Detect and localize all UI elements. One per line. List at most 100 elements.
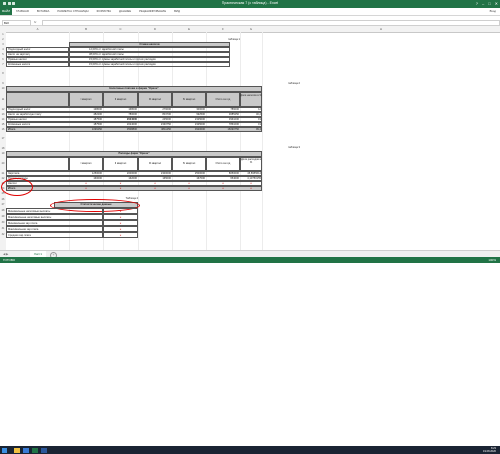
placeholder-asterisk[interactable]: * — [69, 182, 103, 185]
table3-cell[interactable]: 165000 — [138, 177, 171, 180]
fx-icon[interactable]: fx — [34, 20, 36, 24]
browser-icon[interactable] — [23, 447, 29, 453]
table2-cell[interactable]: 276000 — [138, 108, 171, 111]
tab-home[interactable]: ГЛАВНАЯ — [16, 8, 29, 15]
table2-row-name[interactable]: Косвенные налоги — [8, 123, 68, 126]
table4-row-name[interactable]: Средняя зар.плата — [8, 234, 102, 237]
table2-total-cell[interactable]: 99,4 — [240, 128, 261, 131]
placeholder-asterisk[interactable]: * — [138, 182, 172, 185]
placeholder-asterisk[interactable]: * — [103, 234, 138, 237]
table2-total-cell[interactable]: 3811250 — [138, 128, 171, 131]
col-header-h[interactable]: H — [262, 26, 500, 33]
table2-cell[interactable]: 786000 — [206, 108, 239, 111]
table2-cell[interactable]: 300000 — [172, 108, 205, 111]
tab-view[interactable]: ВИД — [174, 8, 180, 15]
table3-row-name[interactable]: Зарплата — [8, 172, 68, 175]
placeholder-asterisk[interactable]: * — [240, 182, 262, 185]
table2-cell[interactable]: 19 — [240, 123, 261, 126]
table3-cell[interactable]: 8050000 — [206, 172, 239, 175]
table2-total-cell[interactable]: 3508800 — [103, 128, 137, 131]
table3-cell[interactable]: 167000 — [172, 177, 205, 180]
table3-cell[interactable]: 45,8955614 — [240, 172, 261, 175]
col-header-e[interactable]: E — [172, 26, 207, 33]
table2-cell[interactable]: 803700 — [138, 113, 171, 116]
row-header[interactable]: 8 — [0, 67, 6, 82]
table2-row-name[interactable]: Налог на заработную плату — [8, 113, 68, 116]
minimize-icon[interactable]: – — [482, 1, 484, 6]
col-header-b[interactable]: B — [69, 26, 104, 33]
table2-cell[interactable]: 187500 — [69, 123, 102, 126]
table3-cell[interactable]: 160000 — [69, 177, 102, 180]
table2-total-cell[interactable]: 1096250 — [69, 128, 102, 131]
placeholder-asterisk[interactable]: * — [103, 210, 138, 213]
tab-formulas[interactable]: ФОРМУЛЫ — [97, 8, 111, 15]
table4-row-name[interactable]: Максимальные налоговые выплаты — [8, 216, 102, 219]
placeholder-asterisk[interactable]: * — [103, 216, 138, 219]
table2-cell[interactable]: 2024000 — [103, 118, 137, 121]
col-header-c[interactable]: C — [103, 26, 139, 33]
table2-cell[interactable]: 46,2 — [240, 113, 261, 116]
table2-total-cell[interactable]: 16090750 — [206, 128, 239, 131]
tab-data[interactable]: ДАННЫЕ — [119, 8, 131, 15]
table1-row-name[interactable]: Подоходный налог — [8, 48, 31, 51]
placeholder-asterisk[interactable]: * — [103, 182, 138, 185]
table2-cell[interactable]: 7861000 — [206, 123, 239, 126]
sheet-nav-arrows[interactable]: ◀ ▶ — [3, 252, 8, 256]
table1-row-rate[interactable]: 12,00% от заработной платы — [89, 48, 124, 51]
table2-cell[interactable]: 482200 — [69, 113, 102, 116]
table3-cell[interactable]: 2500000 — [172, 172, 205, 175]
table3-cell[interactable]: 4,10750155 — [240, 177, 261, 180]
close-icon[interactable]: ✕ — [495, 1, 498, 6]
table2-cell[interactable]: 780000 — [103, 113, 137, 116]
table2-cell[interactable]: 3085250 — [206, 113, 239, 116]
placeholder-asterisk[interactable]: * — [172, 182, 206, 185]
tab-page-layout[interactable]: РАЗМЕТКА СТРАНИЦЫ — [57, 8, 88, 15]
table4-row-name[interactable]: Максимальная зар.плата — [8, 228, 102, 231]
table1-row-name[interactable]: Косвенные налоги — [8, 63, 30, 66]
table2-cell[interactable]: 12 — [240, 108, 261, 111]
table1-row-rate[interactable]: 15,00% от суммы заработной платы и прочи… — [89, 63, 156, 66]
worksheet-grid[interactable]: A B C D E F G H 1 2 3 4 5 6 7 8 9 10 11 … — [0, 26, 500, 251]
placeholder-asterisk[interactable]: * — [103, 228, 138, 231]
word-icon[interactable] — [41, 447, 47, 453]
table1-row-name[interactable]: Налог на зарплату — [8, 53, 30, 56]
table1-row-rate[interactable]: 38,00% от заработной платы — [89, 53, 124, 56]
table4-row-name[interactable]: Минимальная зар.плата — [8, 222, 102, 225]
table2-row-name[interactable]: Подоходный налог — [8, 108, 68, 111]
table2-total-cell[interactable]: 3920000 — [172, 128, 205, 131]
table3-cell[interactable]: 2300000 — [138, 172, 171, 175]
col-header-d[interactable]: D — [138, 26, 173, 33]
placeholder-asterisk[interactable]: * — [206, 182, 240, 185]
help-icon[interactable]: ? — [476, 1, 478, 6]
table2-cell[interactable]: 2325000 — [172, 118, 205, 121]
table2-cell[interactable]: 138000 — [69, 108, 102, 111]
table4-row-name[interactable]: Минимальные налоговые выплаты — [8, 210, 102, 213]
table2-cell[interactable]: 187500 — [69, 118, 102, 121]
placeholder-asterisk[interactable]: * — [103, 187, 138, 190]
sign-in-link[interactable]: Вход — [490, 8, 496, 15]
taskbar-clock[interactable]: 8:23 19.08.2020 — [483, 447, 496, 454]
placeholder-asterisk[interactable]: * — [240, 187, 262, 190]
table1-row-name[interactable]: Прямые налоги — [8, 58, 27, 61]
file-tab[interactable]: ФАЙЛ — [0, 8, 12, 15]
table2-cell[interactable]: 2325000 — [172, 123, 205, 126]
table2-cell[interactable]: 3961000 — [206, 118, 239, 121]
table2-cell[interactable]: 2330750 — [138, 123, 171, 126]
table2-cell[interactable]: 245000 — [138, 118, 171, 121]
table3-cell[interactable]: 2000000 — [103, 172, 137, 175]
placeholder-asterisk[interactable]: * — [172, 187, 206, 190]
col-header-f[interactable]: F — [206, 26, 241, 33]
tab-insert[interactable]: ВСТАВКА — [37, 8, 50, 15]
table2-total-label[interactable]: Итого — [8, 128, 68, 131]
placeholder-asterisk[interactable]: * — [206, 187, 240, 190]
windows-start-icon[interactable] — [2, 447, 7, 453]
tab-review[interactable]: РЕЦЕНЗИРОВАНИЕ — [139, 8, 166, 15]
maximize-icon[interactable]: □ — [488, 1, 490, 6]
table2-row-name[interactable]: Прямые налоги — [8, 118, 68, 121]
placeholder-asterisk[interactable]: * — [69, 187, 103, 190]
row-header[interactable]: 17 — [0, 132, 6, 147]
placeholder-asterisk[interactable]: * — [138, 187, 172, 190]
table1-row-rate[interactable]: 15,00% от суммы заработной платы и прочи… — [89, 58, 156, 61]
col-header-g[interactable]: G — [240, 26, 263, 33]
zoom-level[interactable]: 100% — [488, 258, 496, 262]
